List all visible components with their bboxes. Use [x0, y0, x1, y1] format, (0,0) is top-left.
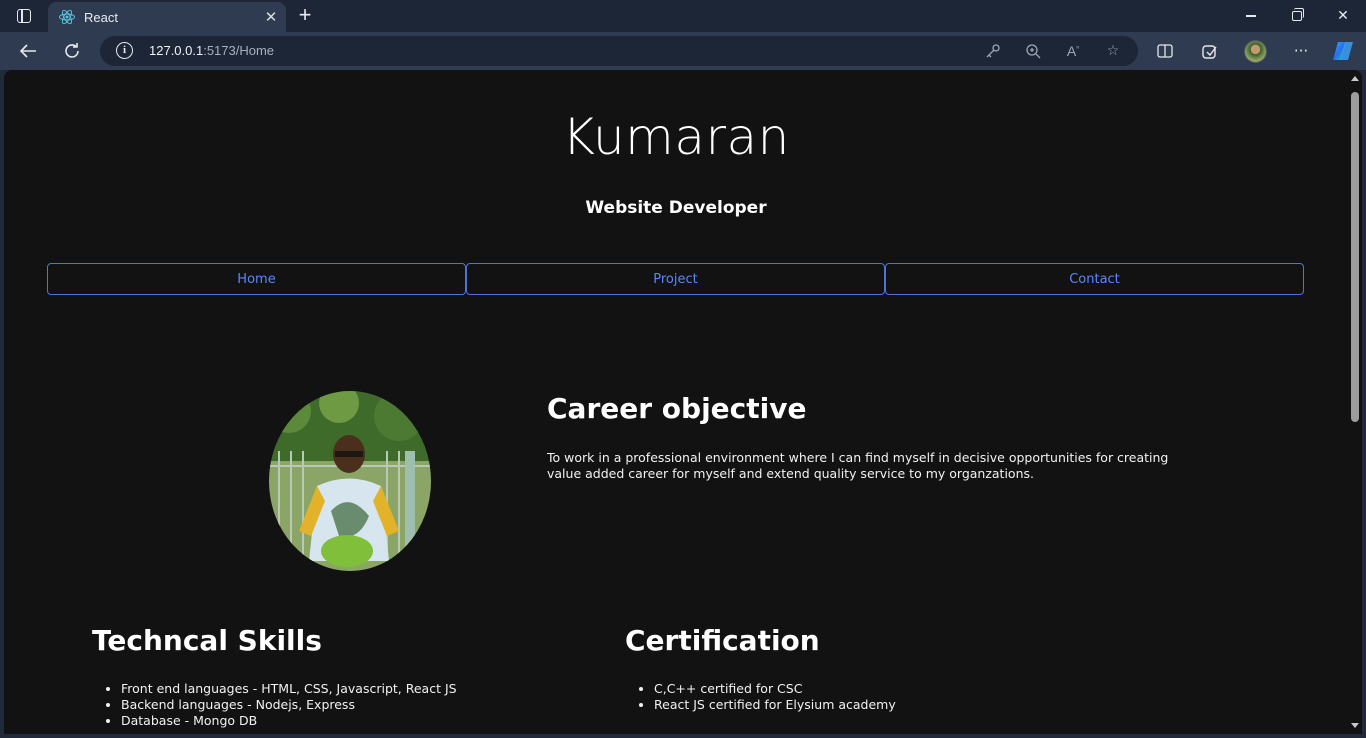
skills-list: Front end languages - HTML, CSS, Javascr…	[121, 681, 457, 729]
react-logo-icon	[59, 9, 75, 25]
extensions-icon[interactable]	[1198, 40, 1222, 62]
tab-title: React	[84, 9, 118, 25]
browser-tab[interactable]: React ✕	[48, 2, 286, 32]
star-icon[interactable]: ☆	[1102, 41, 1124, 61]
read-aloud-icon[interactable]: Aⁿ	[1062, 41, 1084, 61]
more-icon[interactable]: ···	[1289, 40, 1313, 62]
plus-icon[interactable]: +	[292, 4, 318, 28]
reload-icon[interactable]	[57, 39, 87, 63]
key-icon[interactable]	[982, 41, 1004, 61]
profile-photo	[269, 391, 431, 571]
close-icon[interactable]: ✕	[260, 6, 282, 28]
url-field[interactable]: i 127.0.0.1:5173/Home Aⁿ ☆	[100, 36, 1138, 66]
window-close-icon[interactable]: ✕	[1320, 0, 1366, 32]
list-item: Database - Mongo DB	[121, 713, 457, 729]
zoom-icon[interactable]	[1022, 41, 1044, 61]
nav-project-button[interactable]: Project	[466, 263, 885, 295]
main-nav: Home Project Contact	[47, 263, 1304, 295]
career-objective-text: To work in a professional environment wh…	[547, 450, 1169, 481]
page-title: Kumaran	[562, 108, 790, 166]
split-screen-icon[interactable]	[1153, 40, 1177, 62]
career-objective-heading: Career objective	[547, 392, 807, 425]
restore-icon[interactable]	[1274, 0, 1320, 32]
skills-heading: Techncal Skills	[92, 624, 322, 657]
page-viewport: Kumaran Website Developer Home Project C…	[4, 70, 1362, 734]
nav-contact-button[interactable]: Contact	[885, 263, 1304, 295]
avatar[interactable]	[1244, 40, 1267, 63]
certification-heading: Certification	[625, 624, 820, 657]
minimize-icon[interactable]	[1228, 0, 1274, 32]
list-item: C,C++ certified for CSC	[654, 681, 896, 697]
info-icon[interactable]: i	[116, 42, 133, 59]
role-subtitle: Website Developer	[585, 198, 767, 218]
scroll-up-icon[interactable]	[1351, 76, 1359, 81]
scroll-thumb[interactable]	[1351, 92, 1359, 422]
certification-list: C,C++ certified for CSC React JS certifi…	[654, 681, 896, 713]
list-item: Backend languages - Nodejs, Express	[121, 697, 457, 713]
scroll-down-icon[interactable]	[1351, 723, 1359, 728]
nav-home-button[interactable]: Home	[47, 263, 466, 295]
address-bar-row: i 127.0.0.1:5173/Home Aⁿ ☆ ···	[0, 32, 1366, 70]
back-arrow-icon[interactable]	[13, 39, 43, 63]
url-text: 127.0.0.1:5173/Home	[149, 43, 275, 58]
scrollbar[interactable]	[1348, 70, 1362, 734]
sidebar-toggle-icon[interactable]	[10, 6, 38, 26]
copilot-icon[interactable]	[1330, 39, 1356, 63]
list-item: React JS certified for Elysium academy	[654, 697, 896, 713]
list-item: Front end languages - HTML, CSS, Javascr…	[121, 681, 457, 697]
tab-bar: React ✕ + ✕	[0, 0, 1366, 32]
